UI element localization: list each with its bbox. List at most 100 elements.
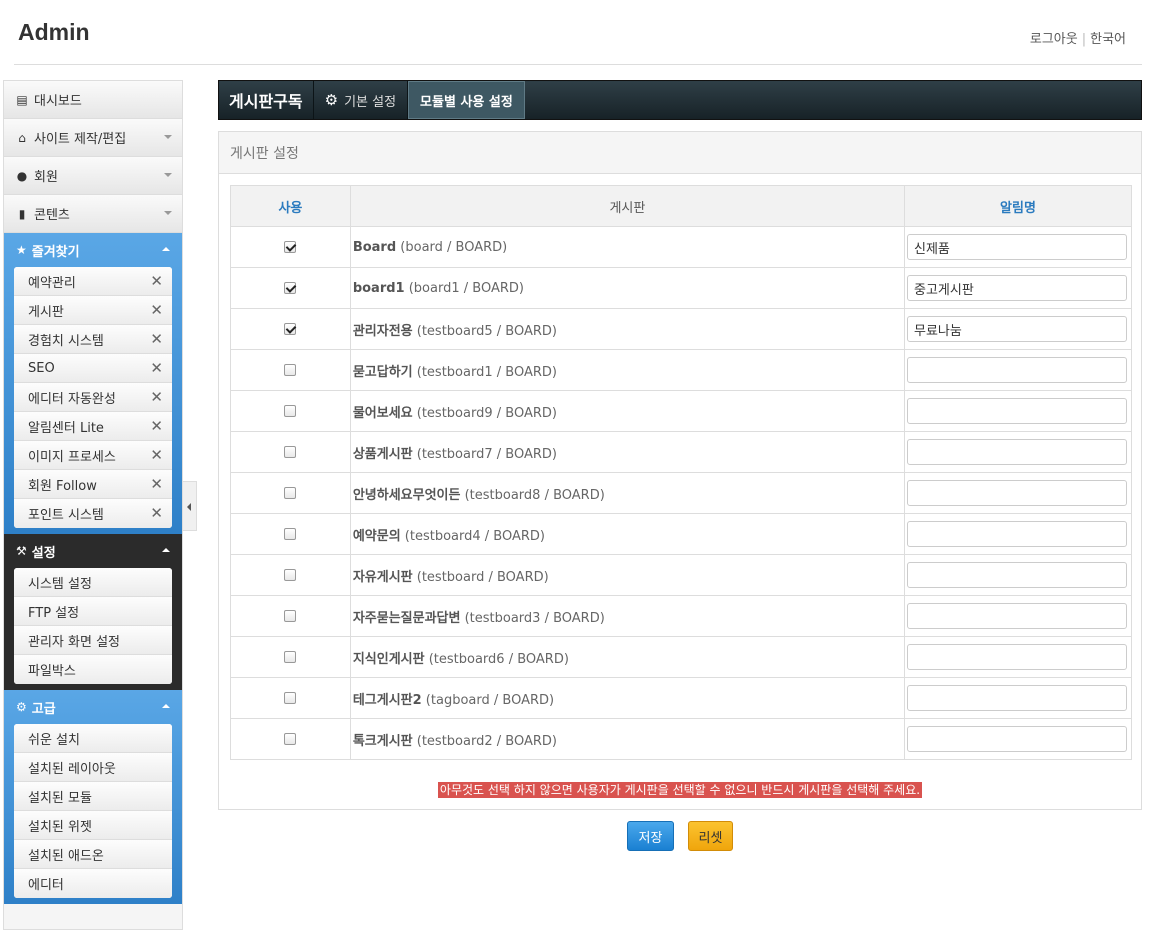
favorite-item[interactable]: 게시판 ✕: [14, 296, 172, 325]
settings-label: 파일박스: [28, 664, 76, 679]
sidebar-item-contents[interactable]: ▮ 콘텐츠: [4, 195, 182, 233]
advanced-item[interactable]: 설치된 모듈: [14, 782, 172, 811]
use-checkbox[interactable]: [284, 487, 297, 499]
column-header-alias: 알림명: [903, 185, 1133, 227]
tab-basic-settings[interactable]: ⚙ 기본 설정: [314, 81, 409, 119]
tab-module-settings[interactable]: 모듈별 사용 설정: [408, 81, 525, 119]
use-checkbox[interactable]: [284, 241, 297, 253]
use-checkbox[interactable]: [284, 405, 297, 417]
close-icon[interactable]: ✕: [150, 331, 163, 347]
tab-label: 모듈별 사용 설정: [420, 94, 513, 110]
favorite-item[interactable]: 알림센터 Lite ✕: [14, 412, 172, 441]
sidebar-item-label: 사이트 제작/편집: [34, 132, 127, 147]
alias-input[interactable]: [906, 316, 1127, 342]
board-cell: 관리자전용 (testboard5 / BOARD): [349, 308, 905, 350]
close-icon[interactable]: ✕: [150, 302, 163, 318]
alias-input[interactable]: [906, 480, 1127, 506]
alias-input[interactable]: [906, 562, 1127, 588]
alias-input[interactable]: [906, 357, 1127, 383]
settings-item[interactable]: FTP 설정: [14, 597, 172, 626]
board-name: 자주묻는질문과답변: [352, 610, 461, 626]
board-meta: (testboard4 / BOARD): [400, 528, 545, 544]
board-name: 상품게시판: [352, 446, 413, 462]
form-buttons: 저장 리셋: [627, 821, 733, 851]
use-checkbox[interactable]: [284, 528, 297, 540]
use-checkbox[interactable]: [284, 733, 297, 745]
favorite-item[interactable]: 이미지 프로세스 ✕: [14, 441, 172, 470]
favorite-label: 경험치 시스템: [28, 333, 104, 349]
settings-item[interactable]: 시스템 설정: [14, 568, 172, 597]
favorite-label: 포인트 시스템: [28, 508, 104, 523]
favorite-item[interactable]: 회원 Follow ✕: [14, 470, 172, 499]
board-meta: (testboard7 / BOARD): [412, 446, 557, 462]
sidebar-item-members[interactable]: ● 회원: [4, 157, 182, 195]
board-cell: 묻고답하기 (testboard1 / BOARD): [349, 349, 905, 391]
reset-button[interactable]: 리셋: [688, 821, 733, 851]
alias-input[interactable]: [906, 521, 1127, 547]
use-checkbox[interactable]: [284, 651, 297, 663]
alias-input[interactable]: [906, 398, 1127, 424]
language-link[interactable]: 한국어: [1090, 32, 1126, 47]
sidebar-item-site[interactable]: ⌂ 사이트 제작/편집: [4, 119, 182, 157]
use-checkbox[interactable]: [284, 692, 297, 704]
favorite-item[interactable]: 에디터 자동완성 ✕: [14, 383, 172, 412]
board-name: 지식인게시판: [352, 651, 425, 667]
settings-item[interactable]: 파일박스: [14, 655, 172, 684]
close-icon[interactable]: ✕: [150, 476, 163, 492]
close-icon[interactable]: ✕: [150, 273, 163, 289]
use-checkbox[interactable]: [284, 446, 297, 458]
advanced-item[interactable]: 설치된 레이아웃: [14, 753, 172, 782]
header-divider: [14, 64, 1142, 65]
alias-input[interactable]: [906, 644, 1127, 670]
settings-label: FTP 설정: [28, 605, 80, 621]
use-checkbox[interactable]: [284, 610, 297, 622]
use-checkbox[interactable]: [284, 364, 297, 376]
close-icon[interactable]: ✕: [150, 360, 163, 376]
use-checkbox[interactable]: [284, 323, 297, 335]
logout-link[interactable]: 로그아웃: [1030, 32, 1078, 47]
use-checkbox[interactable]: [284, 569, 297, 581]
use-checkbox[interactable]: [284, 282, 297, 294]
alias-cell: [903, 390, 1133, 432]
close-icon[interactable]: ✕: [150, 389, 163, 405]
settings-item[interactable]: 관리자 화면 설정: [14, 626, 172, 655]
board-meta: (testboard3 / BOARD): [460, 610, 605, 626]
close-icon[interactable]: ✕: [150, 505, 163, 521]
close-icon[interactable]: ✕: [150, 418, 163, 434]
favorite-item[interactable]: 예약관리 ✕: [14, 267, 172, 296]
star-icon: ★: [16, 243, 27, 257]
advanced-item[interactable]: 설치된 위젯: [14, 811, 172, 840]
board-meta: (testboard5 / BOARD): [412, 323, 557, 339]
advanced-item[interactable]: 쉬운 설치: [14, 724, 172, 753]
use-cell: [230, 554, 351, 596]
advanced-item[interactable]: 에디터: [14, 869, 172, 898]
favorite-item[interactable]: SEO ✕: [14, 354, 172, 383]
alias-input[interactable]: [906, 439, 1127, 465]
favorites-header[interactable]: ★ 즐겨찾기: [14, 233, 172, 267]
alias-cell: [903, 554, 1133, 596]
settings-label: 시스템 설정: [28, 576, 92, 592]
favorite-item[interactable]: 경험치 시스템 ✕: [14, 325, 172, 354]
sidebar-collapse-toggle[interactable]: [183, 481, 197, 531]
settings-header[interactable]: ⚒ 설정: [14, 534, 172, 568]
chevron-down-icon: [164, 135, 172, 139]
table-row: 자주묻는질문과답변 (testboard3 / BOARD): [230, 595, 1133, 637]
board-name: board1: [352, 280, 405, 296]
close-icon[interactable]: ✕: [150, 447, 163, 463]
alias-input[interactable]: [906, 726, 1127, 752]
board-cell: 자유게시판 (testboard / BOARD): [349, 554, 905, 596]
table-row: 예약문의 (testboard4 / BOARD): [230, 513, 1133, 555]
alias-input[interactable]: [906, 603, 1127, 629]
save-button[interactable]: 저장: [627, 821, 674, 851]
alias-input[interactable]: [906, 234, 1127, 260]
favorite-item[interactable]: 포인트 시스템 ✕: [14, 499, 172, 528]
alias-input[interactable]: [906, 275, 1127, 301]
favorites-group: ★ 즐겨찾기 예약관리 ✕ 게시판 ✕ 경험치 시스템 ✕ SEO ✕ 에디터 자동완성…: [4, 233, 182, 534]
advanced-item[interactable]: 설치된 애드온: [14, 840, 172, 869]
board-meta: (testboard1 / BOARD): [412, 364, 557, 380]
alias-input[interactable]: [906, 685, 1127, 711]
advanced-header[interactable]: ⚙ 고급: [14, 690, 172, 724]
use-cell: [230, 513, 351, 555]
sidebar-item-dashboard[interactable]: ▤ 대시보드: [4, 81, 182, 119]
chevron-up-icon: [162, 247, 170, 251]
